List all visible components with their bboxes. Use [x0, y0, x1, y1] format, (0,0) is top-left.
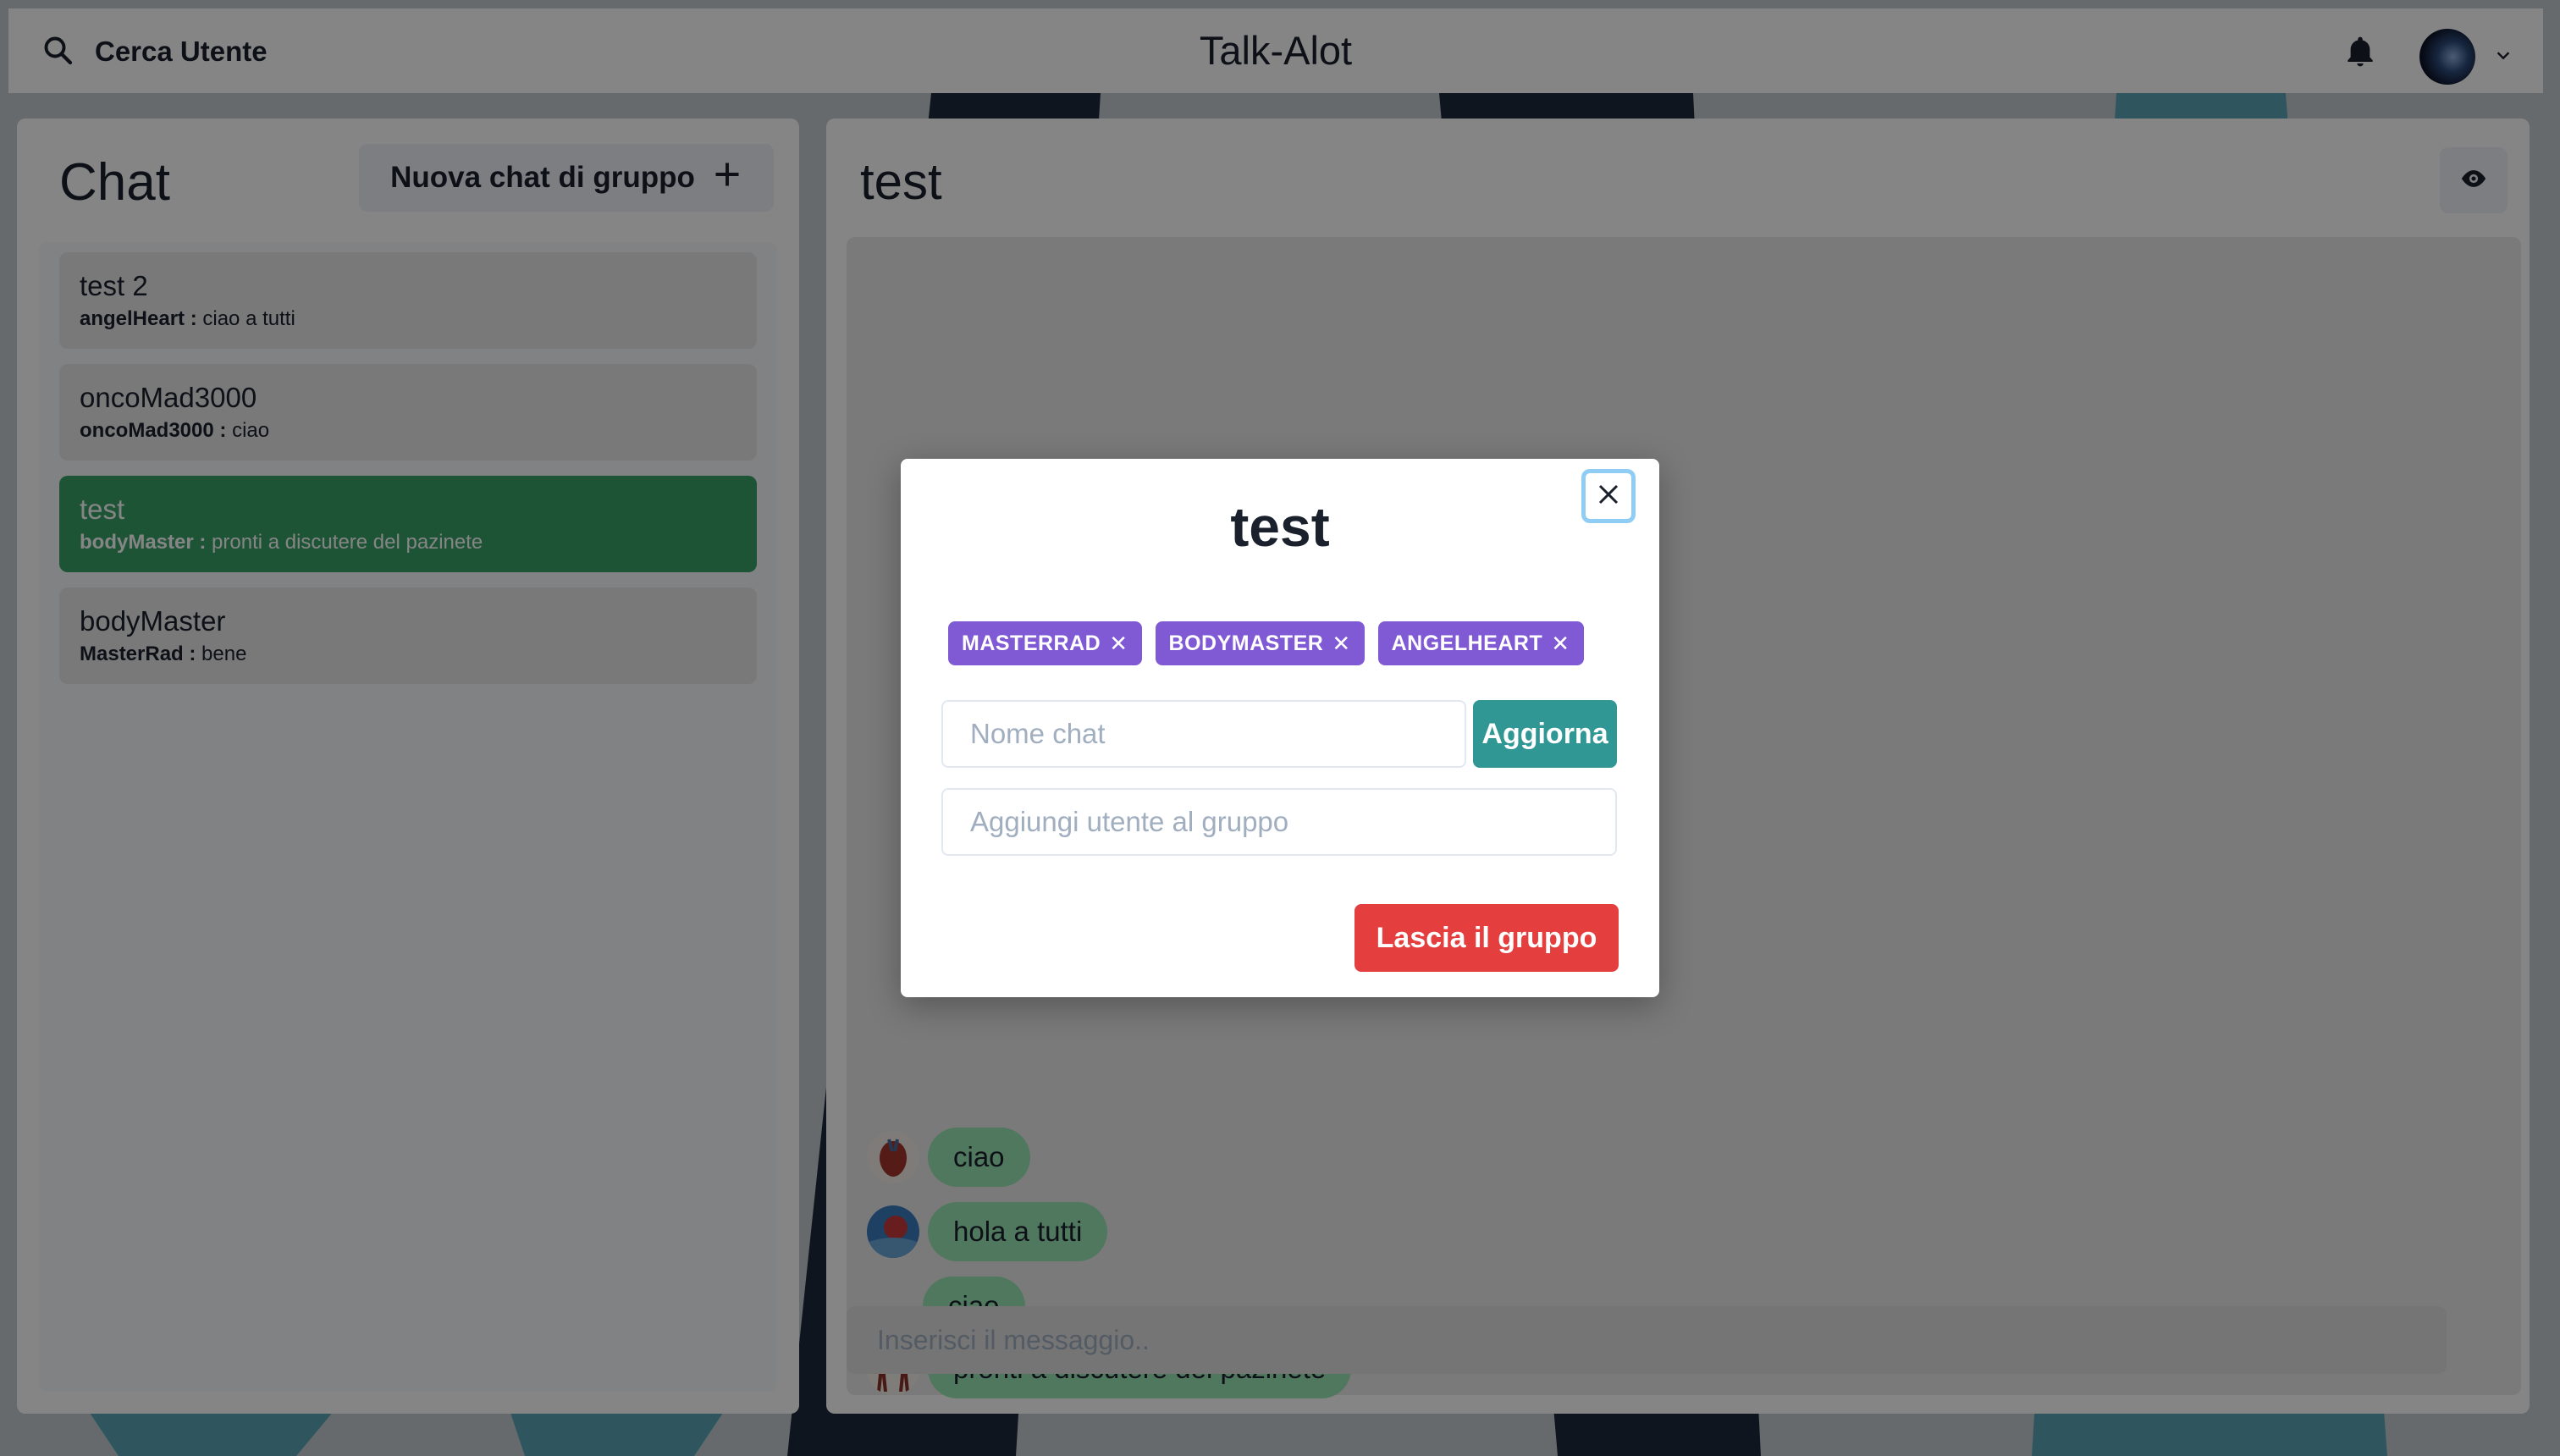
member-tag: ANGELHEART ✕ — [1377, 621, 1584, 665]
remove-member-icon[interactable]: ✕ — [1551, 631, 1570, 657]
member-tag: BODYMASTER ✕ — [1155, 621, 1365, 665]
member-tag-label: ANGELHEART — [1391, 631, 1543, 655]
member-tag: MASTERRAD ✕ — [948, 621, 1142, 665]
close-icon — [1596, 482, 1621, 511]
member-tag-label: BODYMASTER — [1168, 631, 1324, 655]
close-modal-button[interactable] — [1581, 469, 1636, 523]
remove-member-icon[interactable]: ✕ — [1332, 631, 1350, 657]
group-settings-modal: test MASTERRAD ✕ BODYMASTER ✕ ANGELHEART… — [901, 459, 1659, 997]
leave-group-button[interactable]: Lascia il gruppo — [1354, 904, 1619, 972]
modal-title: test — [1230, 495, 1330, 558]
member-tags: MASTERRAD ✕ BODYMASTER ✕ ANGELHEART ✕ — [948, 621, 1584, 665]
member-tag-label: MASTERRAD — [962, 631, 1101, 655]
chat-name-input[interactable] — [941, 700, 1466, 768]
update-chat-name-button[interactable]: Aggiorna — [1473, 700, 1617, 768]
add-user-input[interactable] — [941, 788, 1617, 856]
remove-member-icon[interactable]: ✕ — [1109, 631, 1128, 657]
